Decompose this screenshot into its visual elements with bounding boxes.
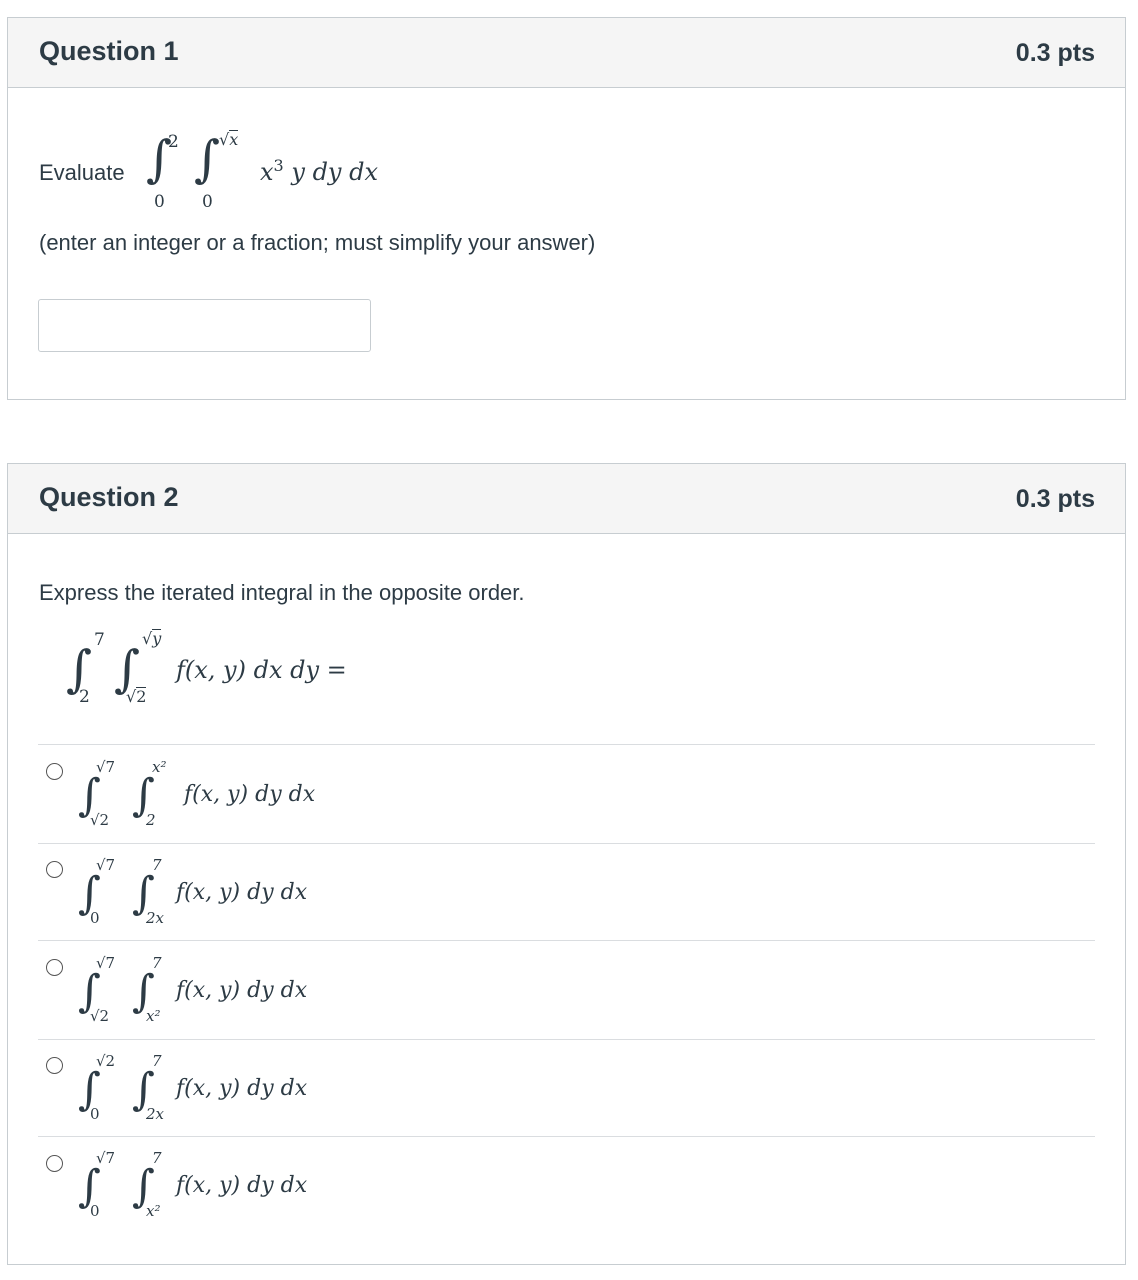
outer-lower-limit: 2: [79, 687, 90, 707]
inner-upper-limit: 7: [152, 856, 162, 874]
integrand: f(x, y) dx dy =: [176, 656, 347, 684]
question-points: 0.3 pts: [1015, 39, 1095, 67]
outer-lower-limit: 0: [90, 1105, 100, 1123]
outer-upper-limit: 7: [94, 630, 105, 650]
inner-upper-limit: √y: [142, 629, 162, 648]
inner-lower-limit: 2: [146, 811, 156, 829]
choice-divider: [38, 843, 1095, 844]
question-points: 0.3 pts: [1015, 485, 1095, 513]
choice-divider: [38, 744, 1095, 745]
inner-lower-limit: √2: [126, 687, 147, 706]
outer-lower-limit: 0: [90, 1202, 100, 1220]
question-header: Question 1 0.3 pts: [8, 18, 1125, 88]
radio-button[interactable]: [46, 1057, 63, 1074]
question-2-card: Question 2 0.3 pts Express the iterated …: [7, 463, 1126, 1265]
integrand-exponent: 3: [273, 156, 284, 175]
inner-lower-limit: 0: [202, 192, 213, 212]
outer-upper-limit: √7: [96, 954, 116, 972]
integral-sign: ∫: [194, 130, 221, 188]
outer-upper-limit: √7: [96, 856, 116, 874]
integrand: f(x, y) dy dx: [176, 880, 308, 905]
outer-lower-limit: √2: [90, 811, 110, 829]
outer-lower-limit: √2: [90, 1007, 110, 1025]
radio-button[interactable]: [46, 763, 63, 780]
radicand: y: [152, 629, 162, 648]
answer-input[interactable]: [38, 299, 371, 352]
radicand: 2: [136, 687, 147, 706]
integrand: f(x, y) dy dx: [176, 1076, 308, 1101]
integrand: f(x, y) dy dx: [184, 782, 316, 807]
outer-upper-limit: √7: [96, 758, 116, 776]
outer-lower-limit: 0: [90, 909, 100, 927]
choice-divider: [38, 1136, 1095, 1137]
outer-upper-limit: 2: [168, 132, 179, 152]
answer-instruction: (enter an integer or a fraction; must si…: [39, 230, 596, 255]
outer-upper-limit: √2: [96, 1052, 116, 1070]
radio-button[interactable]: [46, 861, 63, 878]
radio-button[interactable]: [46, 1155, 63, 1172]
choice-divider: [38, 1039, 1095, 1040]
inner-lower-limit: x²: [146, 1007, 161, 1025]
inner-lower-limit: x²: [146, 1202, 161, 1220]
question-1-card: Question 1 0.3 pts Evaluate ∫ 2 0 ∫ √x 0…: [7, 17, 1126, 400]
integrand-rest: y dy dx: [291, 158, 379, 186]
question-prompt: Express the iterated integral in the opp…: [39, 580, 525, 605]
question-title: Question 2: [39, 482, 179, 512]
inner-upper-limit: 7: [152, 1149, 162, 1167]
integrand: f(x, y) dy dx: [176, 978, 308, 1003]
inner-upper-limit: 7: [152, 954, 162, 972]
question-title: Question 1: [39, 36, 179, 66]
inner-lower-limit: 2x: [146, 1105, 165, 1123]
question-header: Question 2 0.3 pts: [8, 464, 1125, 534]
evaluate-label: Evaluate: [39, 160, 125, 185]
integrand: x3 y dy dx: [260, 156, 378, 186]
integrand: f(x, y) dy dx: [176, 1173, 308, 1198]
outer-upper-limit: √7: [96, 1149, 116, 1167]
inner-upper-limit: x²: [152, 758, 167, 776]
inner-lower-limit: 2x: [146, 909, 165, 927]
inner-upper-limit: 7: [152, 1052, 162, 1070]
choice-divider: [38, 940, 1095, 941]
integrand-base: x: [260, 158, 274, 186]
outer-lower-limit: 0: [154, 192, 165, 212]
radicand: x: [229, 130, 239, 149]
inner-upper-limit: √x: [219, 130, 239, 149]
radio-button[interactable]: [46, 959, 63, 976]
